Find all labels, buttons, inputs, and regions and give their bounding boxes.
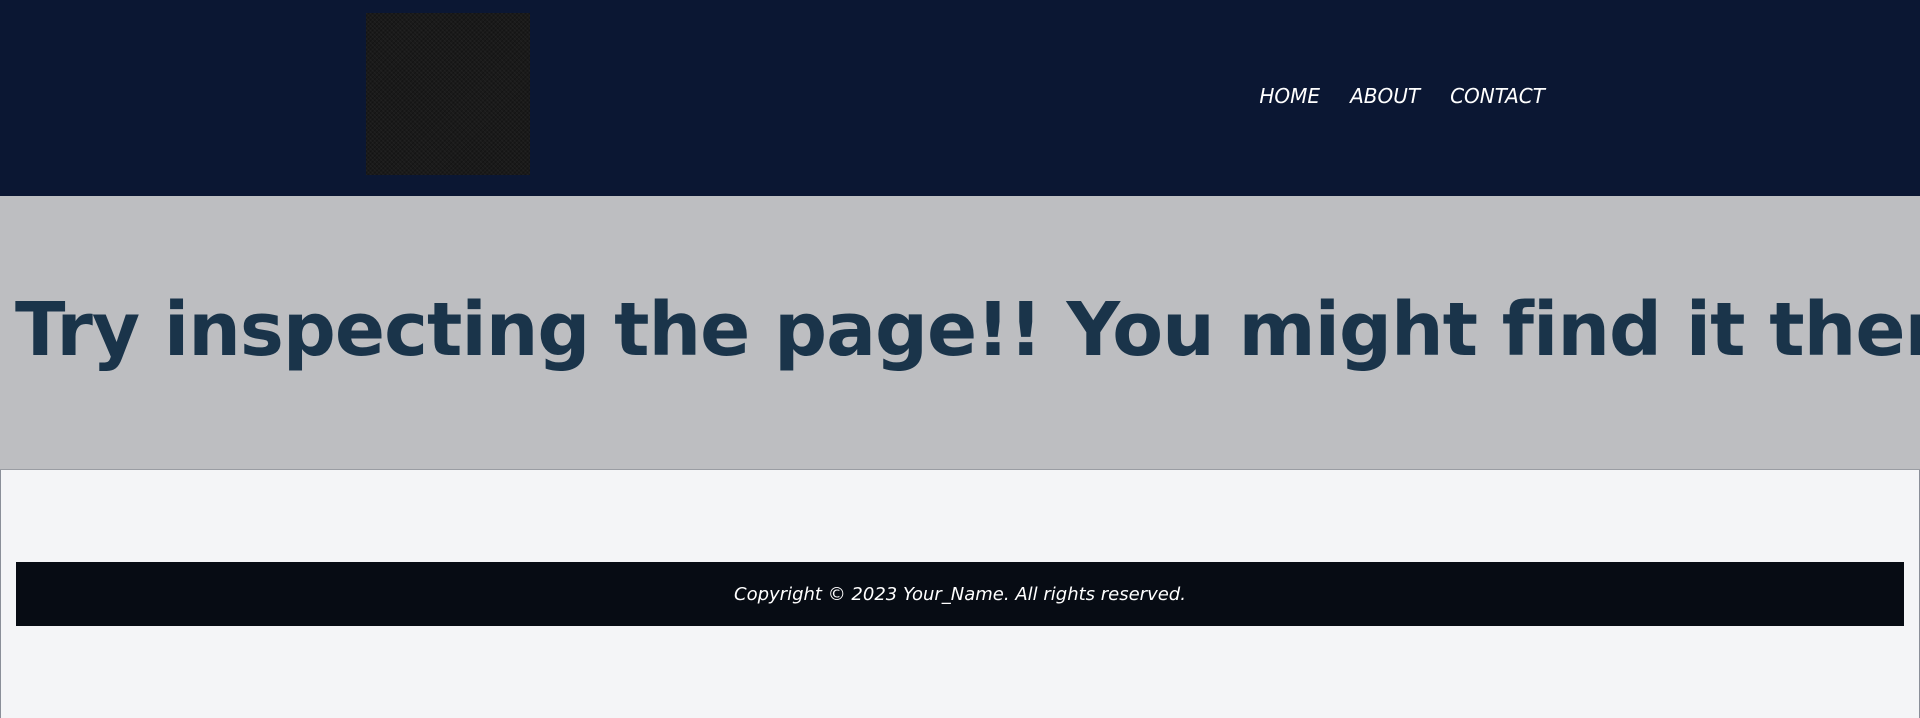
copyright-text: Copyright © 2023 Your_Name. All rights r… bbox=[734, 583, 1186, 605]
site-footer: Copyright © 2023 Your_Name. All rights r… bbox=[16, 562, 1904, 626]
site-header: HOME ABOUT CONTACT bbox=[0, 0, 1920, 196]
nav-home-link[interactable]: HOME bbox=[1259, 84, 1320, 108]
nav-contact-link[interactable]: CONTACT bbox=[1450, 84, 1545, 108]
hero-title: Try inspecting the page!! You might find… bbox=[15, 287, 1920, 373]
main-nav: HOME ABOUT CONTACT bbox=[1259, 84, 1545, 108]
nav-about-link[interactable]: ABOUT bbox=[1350, 84, 1420, 108]
hero-section: Try inspecting the page!! You might find… bbox=[0, 196, 1920, 470]
logo-image[interactable] bbox=[366, 13, 530, 175]
